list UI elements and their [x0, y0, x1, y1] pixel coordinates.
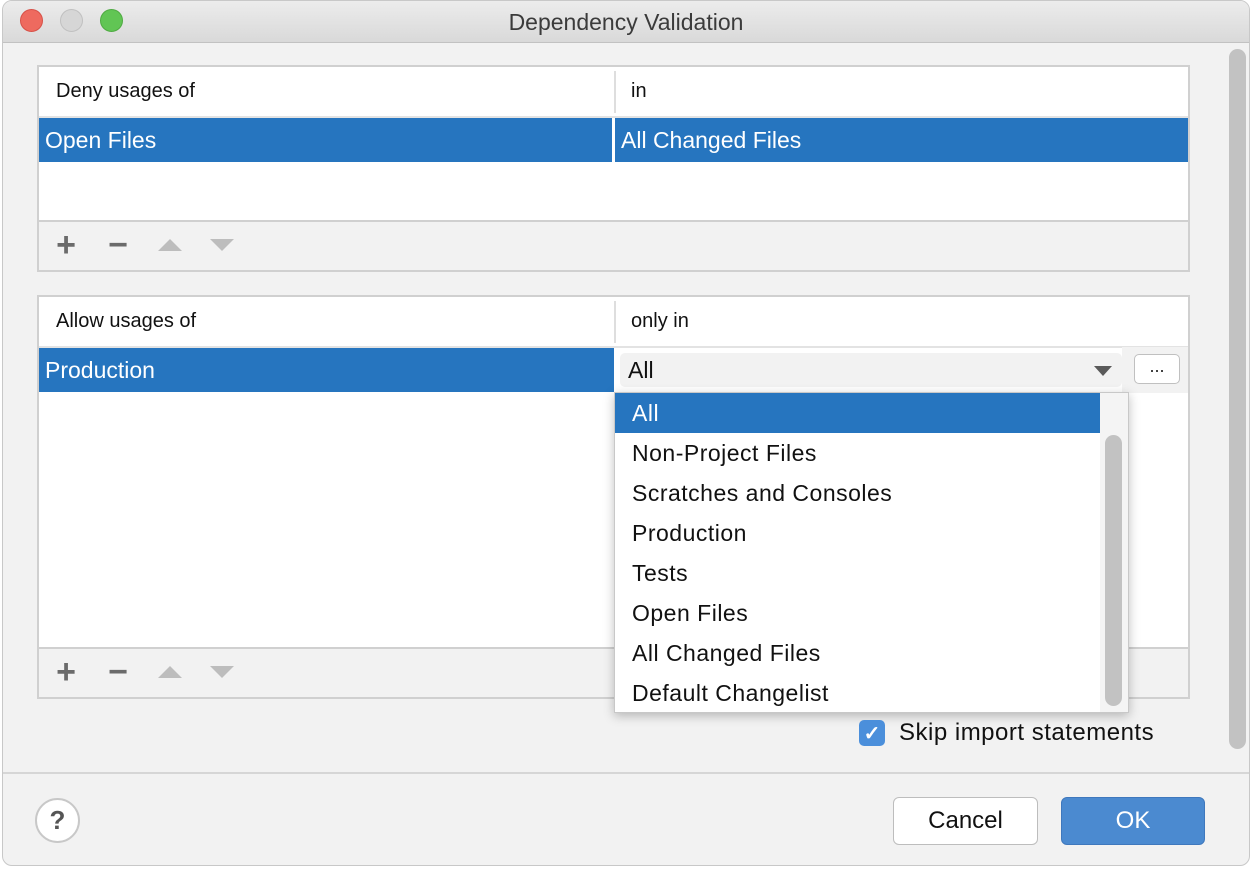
- add-rule-button[interactable]: +: [49, 653, 83, 691]
- plus-icon: +: [56, 653, 76, 691]
- dropdown-option-non-project-files[interactable]: Non-Project Files: [615, 433, 1101, 473]
- skip-import-statements-option[interactable]: ✓ Skip import statements: [859, 719, 1154, 747]
- dropdown-scrollbar-thumb[interactable]: [1105, 435, 1122, 706]
- dropdown-option-all-changed-files[interactable]: All Changed Files: [615, 633, 1101, 673]
- dropdown-option-production[interactable]: Production: [615, 513, 1101, 553]
- table-header: Deny usages of in: [39, 67, 1188, 118]
- move-up-button[interactable]: [153, 230, 187, 260]
- dependency-validation-dialog: Dependency Validation Deny usages of in …: [2, 0, 1250, 866]
- table-header: Allow usages of only in: [39, 297, 1188, 348]
- title-bar: Dependency Validation: [3, 1, 1249, 43]
- move-down-button[interactable]: [205, 230, 239, 260]
- chevron-down-icon[interactable]: [1094, 366, 1112, 376]
- combobox-value: All: [628, 357, 654, 383]
- skip-imports-checkbox[interactable]: ✓: [859, 720, 885, 746]
- column-separator[interactable]: [614, 301, 616, 343]
- add-rule-button[interactable]: +: [49, 226, 83, 264]
- column-header-deny-usages-of[interactable]: Deny usages of: [56, 80, 195, 103]
- table-row[interactable]: Open Files All Changed Files: [39, 118, 1188, 162]
- deny-table-toolbar: + −: [39, 220, 1188, 270]
- dropdown-option-scratches-and-consoles[interactable]: Scratches and Consoles: [615, 473, 1101, 513]
- only-in-scope-combobox[interactable]: All: [620, 353, 1122, 387]
- move-down-icon: [210, 239, 234, 251]
- column-header-allow-usages-of[interactable]: Allow usages of: [56, 310, 196, 333]
- minus-icon: −: [108, 226, 128, 264]
- minus-icon: −: [108, 653, 128, 691]
- deny-usages-table: Deny usages of in Open Files All Changed…: [37, 65, 1190, 272]
- skip-imports-label[interactable]: Skip import statements: [899, 719, 1154, 747]
- browse-scopes-button[interactable]: ...: [1134, 354, 1180, 384]
- column-header-only-in[interactable]: only in: [631, 310, 689, 333]
- cancel-button[interactable]: Cancel: [893, 797, 1038, 845]
- footer-divider: [3, 772, 1249, 774]
- move-down-icon: [210, 666, 234, 678]
- dropdown-option-open-files[interactable]: Open Files: [615, 593, 1101, 633]
- dropdown-scrollbar-track[interactable]: [1100, 393, 1128, 712]
- ok-button[interactable]: OK: [1061, 797, 1205, 845]
- move-down-button[interactable]: [205, 657, 239, 687]
- remove-rule-button[interactable]: −: [101, 226, 135, 264]
- dropdown-option-all[interactable]: All: [615, 393, 1101, 433]
- help-button[interactable]: ?: [35, 798, 80, 843]
- move-up-icon: [158, 239, 182, 251]
- allow-scope-cell[interactable]: Production: [39, 348, 614, 392]
- deny-scope-cell[interactable]: Open Files: [39, 118, 612, 162]
- plus-icon: +: [56, 226, 76, 264]
- column-header-in[interactable]: in: [631, 80, 647, 103]
- deny-in-cell[interactable]: All Changed Files: [615, 118, 1188, 162]
- move-up-button[interactable]: [153, 657, 187, 687]
- column-separator[interactable]: [614, 71, 616, 113]
- dropdown-option-tests[interactable]: Tests: [615, 553, 1101, 593]
- window-title: Dependency Validation: [508, 9, 744, 35]
- dropdown-option-default-changelist[interactable]: Default Changelist: [615, 673, 1101, 713]
- scope-dropdown-list: All Non-Project Files Scratches and Cons…: [614, 392, 1129, 713]
- dialog-scrollbar-thumb[interactable]: [1229, 49, 1246, 749]
- remove-rule-button[interactable]: −: [101, 653, 135, 691]
- move-up-icon: [158, 666, 182, 678]
